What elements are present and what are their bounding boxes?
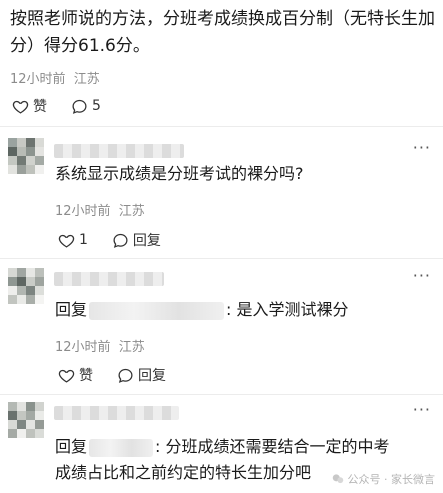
wechat-logo-icon xyxy=(332,474,343,484)
comment-location: 江苏 xyxy=(118,340,145,355)
post-meta: 12小时前 江苏 xyxy=(10,68,100,87)
divider xyxy=(0,258,443,259)
heart-icon xyxy=(58,234,75,248)
comment-reply-label: 回复 xyxy=(138,368,166,384)
divider xyxy=(0,394,443,395)
post-time: 12小时前 xyxy=(10,72,66,87)
reply-text: 回复 : 是入学测试裸分 xyxy=(55,297,435,323)
comment-reply-button[interactable]: 回复 xyxy=(117,365,166,385)
comment-text: 系统显示成绩是分班考试的裸分吗? xyxy=(55,164,304,183)
post-comment-button[interactable]: 5 xyxy=(71,98,101,115)
post-text: 按照老师说的方法，分班考成绩换成百分制（无特长生加分）得分61.6分。 xyxy=(10,9,435,56)
more-options-button[interactable]: ··· xyxy=(413,400,431,419)
mentioned-user-blurred[interactable] xyxy=(89,301,225,320)
comment-like-button[interactable]: 1 xyxy=(58,232,88,249)
comment-bubble-icon xyxy=(113,233,128,248)
comment-meta: 12小时前 江苏 xyxy=(55,336,145,355)
comment-like-label: 赞 xyxy=(79,368,93,384)
divider xyxy=(0,126,443,127)
post-like-button[interactable]: 赞 xyxy=(12,96,47,116)
username-blurred[interactable] xyxy=(54,144,184,158)
more-options-button[interactable]: ··· xyxy=(413,138,431,157)
reply-content-line1: : 分班成绩还需要结合一定的中考 xyxy=(155,437,390,456)
reply-prefix: 回复 xyxy=(55,437,88,456)
post-location: 江苏 xyxy=(73,72,100,87)
comment-bubble-icon xyxy=(118,368,133,383)
comment-reply-button[interactable]: 回复 xyxy=(112,230,161,250)
username-blurred[interactable] xyxy=(54,406,179,420)
comment-like-count: 1 xyxy=(79,232,88,248)
watermark-text: 公众号 · 家长微言 xyxy=(347,473,436,486)
watermark: 公众号 · 家长微言 xyxy=(331,471,436,487)
heart-icon xyxy=(58,369,75,383)
comment-reply-label: 回复 xyxy=(132,233,161,249)
username-blurred[interactable] xyxy=(54,272,164,286)
comment-bubble-icon xyxy=(72,99,87,114)
mentioned-user-blurred[interactable] xyxy=(89,438,154,457)
comment-location: 江苏 xyxy=(118,204,145,219)
comment-like-button[interactable]: 赞 xyxy=(58,365,93,385)
comment-meta: 12小时前 江苏 xyxy=(55,200,145,219)
comment-time: 12小时前 xyxy=(55,204,111,219)
comment-actions: 赞 回复 xyxy=(58,365,190,385)
comment-actions: 1 回复 xyxy=(58,230,185,250)
avatar[interactable] xyxy=(8,268,44,304)
post-comment-count: 5 xyxy=(92,98,101,114)
reply-prefix: 回复 xyxy=(55,300,88,319)
post-like-label: 赞 xyxy=(33,99,47,115)
post-actions: 赞 5 xyxy=(12,96,125,116)
avatar[interactable] xyxy=(8,138,44,174)
heart-icon xyxy=(12,100,29,114)
reply-content: : 是入学测试裸分 xyxy=(226,300,349,319)
avatar[interactable] xyxy=(8,402,44,438)
more-options-button[interactable]: ··· xyxy=(413,266,431,285)
comment-time: 12小时前 xyxy=(55,340,111,355)
